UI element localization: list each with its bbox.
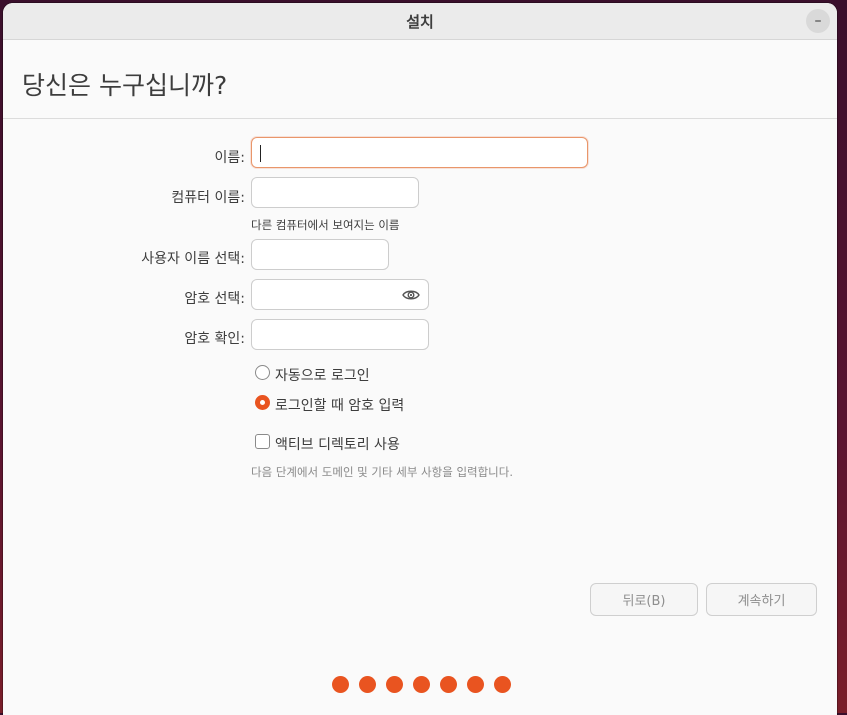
password-field[interactable] — [251, 279, 429, 310]
progress-dot — [332, 676, 349, 693]
installer-window: 설치 – 당신은 누구십니까? 이름: 컴퓨터 이름: 다른 컴퓨터에서 보여지… — [3, 3, 837, 715]
page-header: 당신은 누구십니까? — [3, 40, 837, 119]
progress-dot — [359, 676, 376, 693]
progress-dot — [413, 676, 430, 693]
back-button[interactable]: 뒤로(B) — [590, 583, 698, 616]
active-directory-note: 다음 단계에서 도메인 및 기타 세부 사항을 입력합니다. — [251, 465, 514, 479]
computer-name-label: 컴퓨터 이름: — [171, 190, 245, 206]
minimize-icon: – — [814, 13, 822, 29]
window-title: 설치 — [406, 12, 434, 31]
username-field[interactable] — [251, 239, 389, 270]
confirm-password-label: 암호 확인: — [184, 331, 245, 347]
auto-login-radio[interactable] — [255, 365, 270, 380]
name-field[interactable] — [251, 137, 588, 168]
progress-dot — [386, 676, 403, 693]
continue-button[interactable]: 계속하기 — [706, 583, 817, 616]
computer-name-hint: 다른 컴퓨터에서 보여지는 이름 — [251, 218, 400, 232]
text-caret — [260, 145, 261, 162]
require-password-label: 로그인할 때 암호 입력 — [275, 398, 405, 414]
eye-icon[interactable] — [402, 288, 420, 302]
progress-dot — [467, 676, 484, 693]
active-directory-label: 액티브 디렉토리 사용 — [275, 437, 400, 453]
username-label: 사용자 이름 선택: — [141, 251, 245, 267]
progress-indicator — [332, 676, 511, 693]
progress-dot — [440, 676, 457, 693]
computer-name-field[interactable] — [251, 177, 419, 208]
name-label: 이름: — [214, 150, 245, 166]
active-directory-checkbox[interactable] — [255, 434, 270, 449]
auto-login-label: 자동으로 로그인 — [275, 368, 370, 384]
minimize-button[interactable]: – — [806, 9, 830, 33]
password-label: 암호 선택: — [184, 291, 245, 307]
title-bar: 설치 – — [3, 3, 837, 40]
require-password-radio[interactable] — [255, 395, 270, 410]
page-title: 당신은 누구십니까? — [22, 71, 228, 100]
progress-dot — [494, 676, 511, 693]
confirm-password-field[interactable] — [251, 319, 429, 350]
